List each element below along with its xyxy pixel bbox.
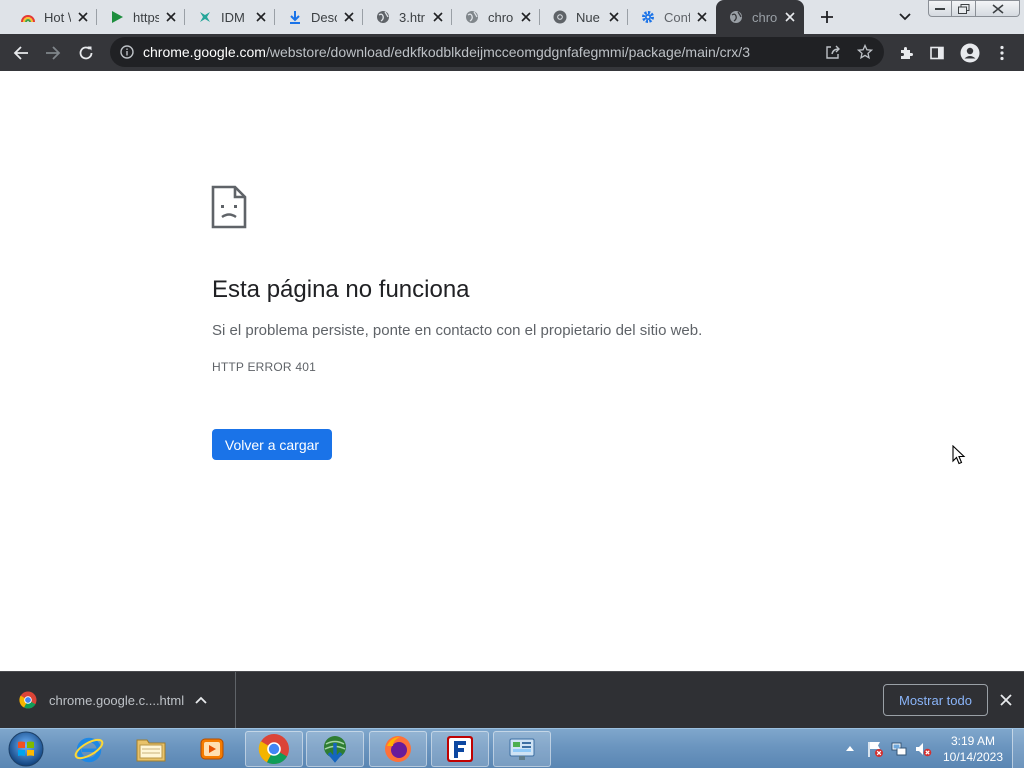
close-icon[interactable] (430, 9, 446, 25)
page-content: Esta página no funciona Si el problema p… (0, 71, 1024, 671)
close-icon[interactable] (606, 9, 622, 25)
close-icon[interactable] (253, 9, 269, 25)
tab-chrome-active[interactable]: chro (716, 0, 804, 34)
tab-label: Conf (664, 9, 690, 25)
file-explorer-taskbar-button[interactable] (122, 731, 180, 767)
windows-taskbar: 3:19 AM 10/14/2023 (0, 728, 1024, 769)
gear-icon (640, 9, 656, 25)
control-panel-icon (509, 738, 535, 760)
extensions-icon[interactable] (892, 39, 920, 67)
chevron-up-icon[interactable] (191, 690, 211, 710)
idm-icon (324, 736, 346, 763)
close-icon[interactable] (163, 9, 179, 25)
show-desktop-button[interactable] (1012, 729, 1024, 769)
back-button[interactable] (7, 39, 35, 67)
tab-label: 3.htr (399, 9, 426, 25)
show-hidden-icons-button[interactable] (844, 741, 856, 755)
close-icon[interactable] (341, 9, 357, 25)
chrome-icon (19, 691, 37, 709)
menu-kebab-icon[interactable] (988, 39, 1016, 67)
system-clock[interactable]: 3:19 AM 10/14/2023 (936, 733, 1010, 765)
media-player-icon (200, 738, 224, 760)
url-path: /webstore/download/edkfkodblkdeijmcceomg… (265, 44, 750, 60)
tab-label: Nue (576, 9, 600, 25)
clock-time: 3:19 AM (950, 734, 996, 748)
download-shelf: chrome.google.c....html Mostrar todo (0, 671, 1024, 728)
start-button[interactable] (6, 730, 46, 768)
minimize-button[interactable] (928, 0, 952, 17)
close-icon[interactable] (782, 9, 798, 25)
tab-https[interactable]: https (97, 0, 185, 34)
mouse-cursor-icon (952, 444, 966, 465)
tab-label: Hot \ (44, 9, 71, 25)
error-description: Si el problema persiste, ponte en contac… (212, 322, 703, 339)
tab-search-button[interactable] (892, 6, 918, 28)
network-icon[interactable] (890, 740, 908, 758)
sad-page-icon (211, 185, 247, 229)
tab-label: IDM (221, 9, 245, 25)
filezilla-taskbar-button[interactable] (431, 731, 489, 767)
control-panel-taskbar-button[interactable] (493, 731, 551, 767)
reload-icon[interactable] (72, 39, 100, 67)
share-icon[interactable] (820, 39, 846, 65)
close-window-button[interactable] (976, 0, 1020, 17)
tab-label: Desc (311, 9, 337, 25)
chrome-icon (258, 734, 289, 764)
chrome-icon (552, 9, 568, 25)
forward-button[interactable] (39, 39, 67, 67)
filezilla-icon (447, 736, 473, 762)
url-text: chrome.google.com/webstore/download/edkf… (143, 44, 820, 60)
download-filename: chrome.google.c....html (49, 692, 185, 708)
chrome-taskbar-button[interactable] (245, 731, 303, 767)
error-code: HTTP ERROR 401 (212, 360, 316, 374)
internet-explorer-taskbar-button[interactable] (60, 731, 118, 767)
internet-explorer-icon (74, 737, 104, 763)
tab-label: chro (488, 9, 514, 25)
download-icon (287, 9, 303, 25)
tab-configuracion[interactable]: Conf (628, 0, 716, 34)
play-icon (109, 9, 125, 25)
globe-icon (375, 9, 391, 25)
firefox-icon (385, 736, 411, 762)
firefox-taskbar-button[interactable] (369, 731, 427, 767)
internet-download-manager-taskbar-button[interactable] (306, 731, 364, 767)
info-icon[interactable] (119, 44, 135, 60)
error-title: Esta página no funciona (212, 276, 470, 303)
download-item[interactable]: chrome.google.c....html (0, 672, 236, 728)
reload-button[interactable]: Volver a cargar (212, 429, 332, 460)
show-all-downloads-button[interactable]: Mostrar todo (883, 684, 988, 716)
tab-idm[interactable]: IDM (185, 0, 275, 34)
close-icon[interactable] (75, 9, 91, 25)
browser-toolbar: chrome.google.com/webstore/download/edkf… (0, 34, 1024, 71)
volume-muted-icon[interactable] (914, 740, 932, 758)
window-controls (928, 0, 1020, 18)
tab-nueva[interactable]: Nue (540, 0, 628, 34)
tab-label: https (133, 9, 159, 25)
close-icon[interactable] (694, 9, 710, 25)
close-icon[interactable] (996, 690, 1016, 710)
side-panel-icon[interactable] (923, 39, 951, 67)
new-tab-button[interactable] (814, 5, 840, 29)
media-player-taskbar-button[interactable] (183, 731, 241, 767)
folder-icon (136, 739, 166, 762)
tab-hot[interactable]: Hot \ (0, 0, 97, 34)
close-icon[interactable] (518, 9, 534, 25)
url-host: chrome.google.com (143, 44, 266, 60)
tab-chrome-1[interactable]: chro (452, 0, 540, 34)
rainbow-icon (20, 9, 36, 25)
puzzle-icon (197, 9, 213, 25)
restore-button[interactable] (952, 0, 976, 17)
profile-avatar-icon[interactable] (956, 39, 984, 67)
tab-3-htm[interactable]: 3.htr (363, 0, 452, 34)
tab-label: chro (752, 9, 778, 25)
tab-strip: Hot \ https IDM Desc 3.htr (0, 0, 1024, 34)
bookmark-star-icon[interactable] (852, 39, 878, 65)
address-bar[interactable]: chrome.google.com/webstore/download/edkf… (110, 37, 884, 67)
tab-descargas[interactable]: Desc (275, 0, 363, 34)
clock-date: 10/14/2023 (942, 750, 1004, 764)
globe-icon (464, 9, 480, 25)
globe-icon (728, 9, 744, 25)
action-center-flag-icon[interactable] (866, 740, 884, 758)
